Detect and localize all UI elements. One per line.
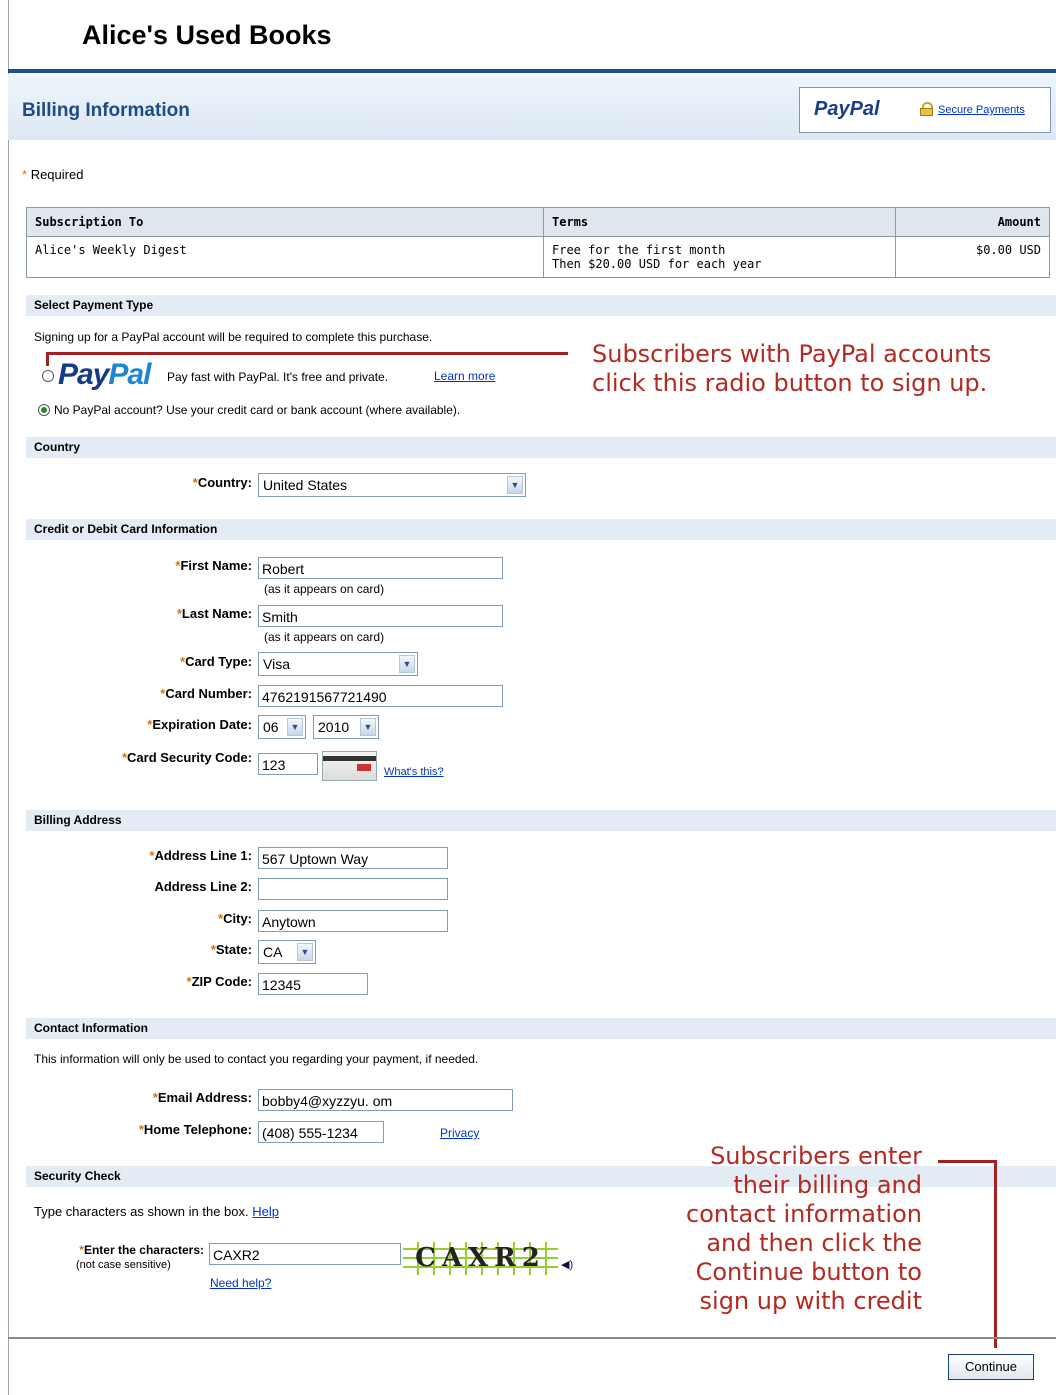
- exp-month-select[interactable]: 06 ▼: [258, 715, 306, 739]
- captcha-label: *Enter the characters:: [79, 1243, 204, 1257]
- card-type-select[interactable]: Visa ▼: [258, 652, 418, 676]
- paypal-callout-line: [48, 352, 568, 355]
- last-name-label: *Last Name:: [176, 606, 252, 621]
- captcha-hint: (not case sensitive): [76, 1259, 171, 1271]
- zip-label: *ZIP Code:: [186, 974, 253, 989]
- section-country: Country: [26, 437, 1056, 458]
- credit-card-icon: [322, 751, 377, 781]
- chevron-down-icon: ▼: [399, 655, 415, 673]
- continue-callout: Subscribers enter their billing and cont…: [686, 1142, 922, 1315]
- subscription-name: Alice's Weekly Digest: [26, 236, 544, 278]
- paypal-radio[interactable]: [42, 370, 54, 382]
- section-contact: Contact Information: [26, 1018, 1056, 1039]
- city-label: *City:: [218, 911, 252, 926]
- help-link[interactable]: Help: [252, 1204, 279, 1219]
- column-header-subscription: Subscription To: [26, 207, 544, 237]
- paypal-logo-large: PayPal: [58, 358, 151, 391]
- privacy-link[interactable]: Privacy: [440, 1126, 479, 1140]
- last-name-hint: (as it appears on card): [264, 630, 385, 644]
- page-title: Billing Information: [22, 100, 190, 121]
- contact-intro: This information will only be used to co…: [34, 1052, 479, 1066]
- expiration-label: *Expiration Date:: [147, 717, 252, 732]
- secure-payments-link[interactable]: Secure Payments: [938, 104, 1025, 116]
- table-header-row: Subscription To Terms Amount: [26, 207, 1050, 237]
- lock-icon: [920, 102, 933, 116]
- paypal-secure-box: PayPal Secure Payments: [799, 87, 1051, 133]
- first-name-input[interactable]: Robert: [258, 557, 503, 579]
- email-input[interactable]: bobby4@xyzzyu. om: [258, 1089, 513, 1111]
- security-intro: Type characters as shown in the box. Hel…: [34, 1204, 279, 1219]
- captcha-input[interactable]: CAXR2: [209, 1243, 401, 1265]
- chevron-down-icon: ▼: [507, 476, 523, 494]
- chevron-down-icon: ▼: [287, 718, 303, 736]
- security-code-label: *Card Security Code:: [121, 750, 252, 765]
- continue-callout-drop: [994, 1160, 997, 1348]
- first-name-label: *First Name:: [175, 558, 252, 573]
- card-type-label: *Card Type:: [180, 654, 252, 669]
- city-input[interactable]: Anytown: [258, 910, 448, 932]
- card-number-input[interactable]: 4762191567721490: [258, 685, 503, 707]
- store-title: Alice's Used Books: [82, 20, 332, 50]
- first-name-hint: (as it appears on card): [264, 582, 385, 596]
- column-header-terms: Terms: [543, 207, 896, 237]
- subscription-amount: $0.00 USD: [895, 236, 1050, 278]
- continue-button[interactable]: Continue: [948, 1354, 1034, 1380]
- paypal-callout: Subscribers with PayPal accounts click th…: [592, 340, 992, 397]
- address1-label: *Address Line 1:: [149, 848, 252, 863]
- address2-input[interactable]: [258, 878, 448, 900]
- subscription-terms: Free for the first month Then $20.00 USD …: [543, 236, 896, 278]
- country-label: *Country:: [192, 475, 252, 490]
- last-name-input[interactable]: Smith: [258, 605, 503, 627]
- paypal-logo: PayPal: [814, 98, 880, 120]
- state-select[interactable]: CA ▼: [258, 940, 316, 964]
- subscription-table: Subscription To Terms Amount Alice's Wee…: [26, 207, 1050, 278]
- phone-input[interactable]: (408) 555-1234: [258, 1121, 384, 1143]
- card-number-label: *Card Number:: [160, 686, 252, 701]
- need-help-link[interactable]: Need help?: [210, 1276, 271, 1290]
- no-paypal-text: No PayPal account? Use your credit card …: [54, 403, 461, 417]
- paypal-callout-tick: [46, 352, 49, 366]
- paypal-option-text: Pay fast with PayPal. It's free and priv…: [167, 370, 389, 384]
- header-rule: [8, 69, 1056, 73]
- chevron-down-icon: ▼: [360, 718, 376, 736]
- learn-more-link[interactable]: Learn more: [434, 369, 495, 383]
- address1-input[interactable]: 567 Uptown Way: [258, 847, 448, 869]
- phone-label: *Home Telephone:: [138, 1122, 252, 1137]
- chevron-down-icon: ▼: [297, 943, 313, 961]
- column-header-amount: Amount: [895, 207, 1050, 237]
- security-code-input[interactable]: 123: [258, 753, 318, 775]
- table-row: Alice's Weekly Digest Free for the first…: [26, 236, 1050, 278]
- country-select[interactable]: United States ▼: [258, 473, 526, 497]
- exp-year-select[interactable]: 2010 ▼: [313, 715, 379, 739]
- continue-callout-line: [938, 1160, 996, 1163]
- section-card: Credit or Debit Card Information: [26, 519, 1056, 540]
- section-payment-type: Select Payment Type: [26, 295, 1056, 316]
- payment-intro: Signing up for a PayPal account will be …: [34, 330, 433, 344]
- state-label: *State:: [210, 942, 252, 957]
- no-paypal-radio[interactable]: [38, 404, 50, 416]
- section-billing-address: Billing Address: [26, 810, 1056, 831]
- required-note: * Required: [22, 167, 84, 182]
- speaker-icon[interactable]: ◀): [561, 1258, 573, 1271]
- whats-this-link[interactable]: What's this?: [384, 766, 444, 778]
- email-label: *Email Address:: [152, 1090, 252, 1105]
- captcha-image: CAXR2: [403, 1242, 558, 1275]
- zip-input[interactable]: 12345: [258, 973, 368, 995]
- footer-rule: [8, 1337, 1056, 1339]
- address2-label: Address Line 2:: [154, 879, 252, 894]
